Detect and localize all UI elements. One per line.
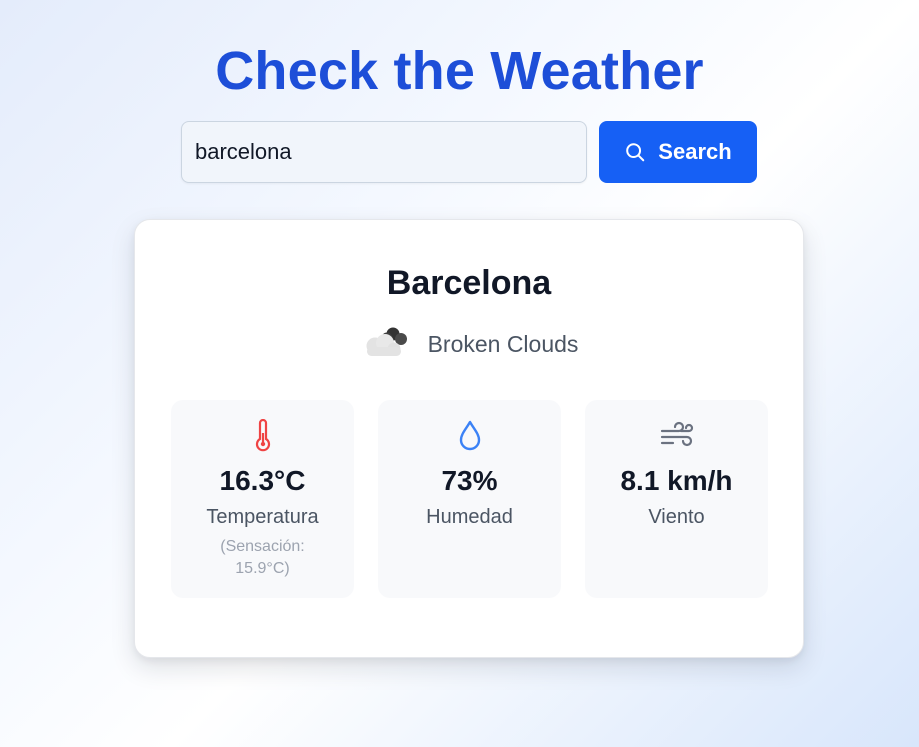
weather-card: Barcelona Broken Clouds 16.3°C Temperatu…	[134, 219, 804, 658]
thermometer-icon	[171, 418, 354, 454]
condition-text: Broken Clouds	[427, 331, 579, 357]
search-icon	[624, 141, 646, 163]
wind-icon	[585, 418, 768, 454]
search-button-label: Search	[658, 139, 732, 164]
search-button[interactable]: Search	[599, 121, 757, 183]
temperature-card: 16.3°C Temperatura (Sensación: 15.9°C)	[171, 400, 354, 598]
wind-card: 8.1 km/h Viento	[585, 400, 768, 598]
city-name: Barcelona	[386, 264, 552, 302]
weather-condition: Broken Clouds	[135, 324, 803, 365]
water-drop-icon	[378, 418, 561, 454]
feels-like-note: (Sensación: 15.9°C)	[220, 538, 305, 577]
weather-stats: 16.3°C Temperatura (Sensación: 15.9°C) 7…	[171, 400, 768, 598]
search-bar: Search	[181, 121, 757, 183]
humidity-label: Humedad	[426, 506, 513, 528]
humidity-value: 73%	[441, 465, 498, 496]
page-title: Check the Weather	[215, 41, 704, 101]
broken-clouds-icon	[360, 324, 412, 365]
temperature-value: 16.3°C	[219, 465, 306, 496]
wind-label: Viento	[648, 506, 705, 528]
search-input[interactable]	[181, 121, 587, 183]
humidity-card: 73% Humedad	[378, 400, 561, 598]
wind-value: 8.1 km/h	[620, 465, 733, 496]
temperature-label: Temperatura	[206, 506, 319, 528]
